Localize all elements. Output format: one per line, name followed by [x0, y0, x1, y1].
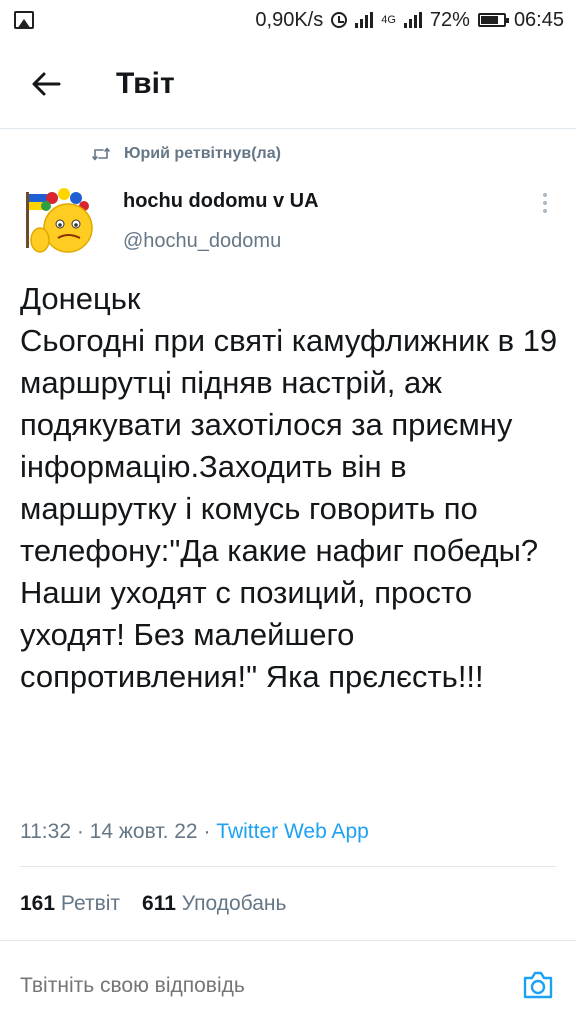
tweet-time: 11:32	[20, 820, 71, 843]
battery-icon	[477, 13, 509, 27]
author-handle[interactable]: @hochu_dodomu	[123, 230, 281, 253]
camera-button[interactable]	[518, 965, 558, 1005]
alarm-icon	[331, 12, 348, 28]
retweet-icon	[92, 147, 110, 161]
avatar[interactable]	[18, 178, 104, 264]
network-speed: 0,90K/s	[255, 8, 324, 31]
back-arrow-icon	[32, 72, 61, 96]
retweet-context[interactable]: Юрий ретвітнув(ла)	[92, 145, 281, 163]
tweet-stats: 161 Ретвіт 611 Уподобань	[20, 892, 286, 916]
network-type: 4G	[381, 14, 396, 26]
retweet-label: Юрий ретвітнув(ла)	[124, 145, 281, 162]
avatar-image	[18, 178, 104, 264]
battery-percent: 72%	[429, 8, 470, 31]
tweet-source-link[interactable]: Twitter Web App	[216, 820, 369, 843]
camera-icon	[523, 971, 553, 999]
tweet-screen: 0,90K/s 4G 72% 06:45 Твіт Юрий ретвітнув…	[0, 0, 576, 1024]
back-button[interactable]	[18, 56, 74, 112]
reply-input[interactable]	[20, 971, 490, 1001]
retweets-label: Ретвіт	[60, 892, 121, 915]
more-options-button[interactable]	[530, 188, 560, 218]
clock: 06:45	[513, 8, 564, 31]
status-bar: 0,90K/s 4G 72% 06:45	[0, 0, 576, 40]
likes-label: Уподобань	[181, 892, 287, 915]
header-divider	[0, 128, 576, 129]
signal-icon	[355, 12, 374, 28]
author-name[interactable]: hochu dodomu v UA	[123, 190, 319, 213]
signal-icon-2	[403, 12, 422, 28]
meta-separator: ·	[76, 820, 90, 843]
tweet-meta: 11:32 · 14 жовт. 22 · Twitter Web App	[20, 820, 369, 844]
meta-separator-2: ·	[203, 820, 217, 843]
retweets-stat[interactable]: 161 Ретвіт	[20, 892, 120, 916]
tweet-text: Донецьк Сьогодні при святі камуфлижник в…	[20, 281, 558, 694]
likes-count: 611	[142, 892, 176, 915]
meta-divider	[20, 866, 556, 867]
page-title: Твіт	[116, 67, 175, 100]
more-vertical-icon	[543, 193, 547, 213]
app-header: Твіт	[0, 40, 576, 128]
retweets-count: 161	[20, 892, 56, 915]
reply-bar	[0, 940, 576, 1024]
likes-stat[interactable]: 611 Уподобань	[142, 892, 286, 916]
tweet-date: 14 жовт. 22	[89, 820, 198, 843]
gallery-icon	[14, 11, 34, 29]
